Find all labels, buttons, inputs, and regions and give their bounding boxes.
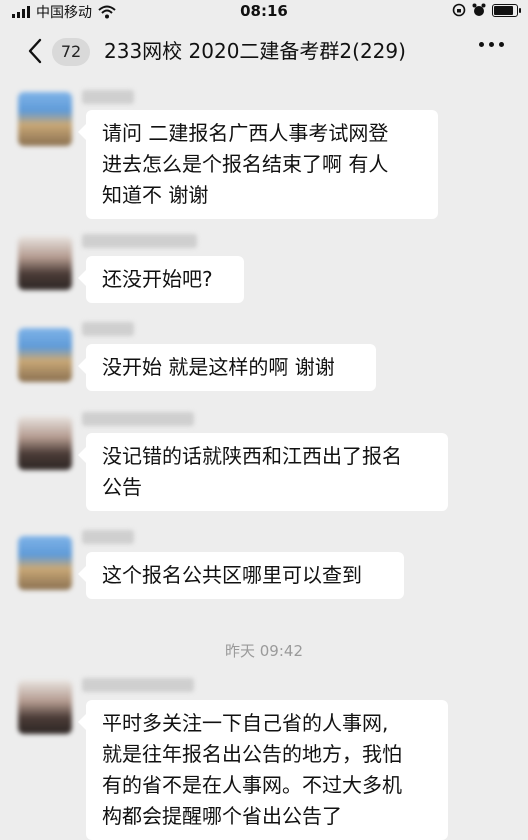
message-bubble: 没开始 就是这样的啊 谢谢 xyxy=(78,344,376,391)
battery-icon xyxy=(492,3,521,17)
message-bubble: 请问 二建报名广西人事考试网登 进去怎么是个报名结束了啊 有人 知道不 谢谢 xyxy=(78,110,438,219)
chat-header: 72 233网校 2020二建备考群2(229) xyxy=(0,22,528,80)
avatar[interactable] xyxy=(18,92,72,146)
status-bar: 中国移动 08:16 xyxy=(0,0,528,22)
avatar[interactable] xyxy=(18,236,72,290)
status-time: 08:16 xyxy=(240,2,288,20)
message-bubble: 这个报名公共区哪里可以查到 xyxy=(78,552,404,599)
message-timestamp: 昨天 09:42 xyxy=(225,642,303,660)
lock-rotation-icon xyxy=(452,3,466,17)
message-bubble: 还没开始吧? xyxy=(78,256,244,303)
sender-name xyxy=(82,234,197,248)
sender-name xyxy=(82,90,134,104)
avatar[interactable] xyxy=(18,680,72,734)
avatar[interactable] xyxy=(18,536,72,590)
sender-name xyxy=(82,322,134,336)
alarm-icon xyxy=(472,3,486,16)
avatar[interactable] xyxy=(18,416,72,470)
unread-count-badge[interactable]: 72 xyxy=(52,38,90,66)
avatar[interactable] xyxy=(18,328,72,382)
sender-name xyxy=(82,678,194,692)
message-bubble: 没记错的话就陕西和江西出了报名 公告 xyxy=(78,433,448,511)
message-bubble: 平时多关注一下自己省的人事网, 就是往年报名出公告的地方，我怕 有的省不是在人事… xyxy=(78,700,448,840)
sender-name xyxy=(82,412,194,426)
sender-name xyxy=(82,530,134,544)
chat-title: 233网校 2020二建备考群2(229) xyxy=(104,39,406,63)
battery-level xyxy=(494,5,513,15)
more-icon[interactable] xyxy=(479,42,504,47)
back-chevron-icon[interactable] xyxy=(22,36,50,66)
status-right xyxy=(452,3,521,17)
